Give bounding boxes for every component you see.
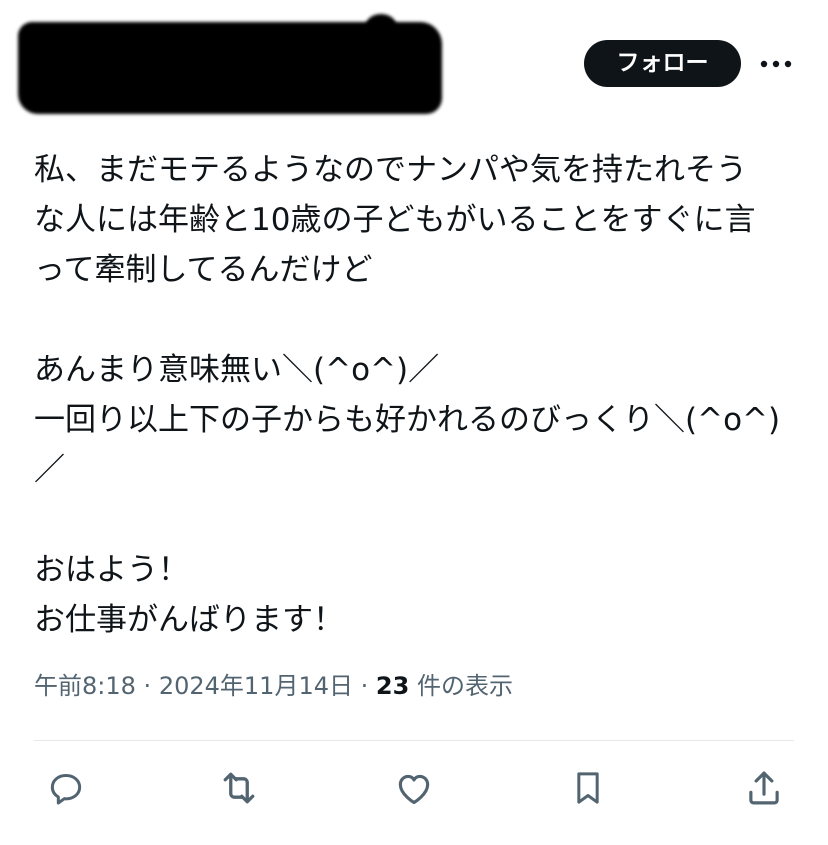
like-icon — [398, 774, 430, 805]
redacted-user-name-edge — [366, 14, 396, 36]
meta-separator: · — [143, 672, 152, 700]
tweet-date[interactable]: 2024年11月14日 — [159, 672, 353, 700]
tweet-metadata: 午前8:18 · 2024年11月14日 · 23 件の表示 — [34, 666, 513, 706]
divider — [34, 740, 794, 741]
bookmark-icon — [577, 772, 599, 804]
reply-button[interactable] — [42, 764, 90, 812]
meta-separator: · — [360, 672, 369, 700]
like-button[interactable] — [390, 764, 438, 812]
bookmark-button[interactable] — [564, 764, 612, 812]
tweet-text: 私、まだモテるようなのでナンパや気を持たれそう な人には年齢と10歳の子どもがい… — [34, 152, 781, 638]
more-options-button[interactable] — [754, 46, 798, 82]
views-count[interactable]: 23 — [376, 672, 409, 700]
views-label[interactable]: 件の表示 — [417, 672, 513, 700]
share-button[interactable] — [740, 764, 788, 812]
reply-icon — [50, 774, 82, 805]
retweet-icon — [223, 772, 255, 804]
share-icon — [749, 771, 779, 805]
retweet-button[interactable] — [215, 764, 263, 812]
follow-button[interactable]: フォロー — [584, 40, 741, 87]
tweet-time[interactable]: 午前8:18 — [34, 672, 136, 700]
more-horizontal-icon — [760, 60, 792, 68]
